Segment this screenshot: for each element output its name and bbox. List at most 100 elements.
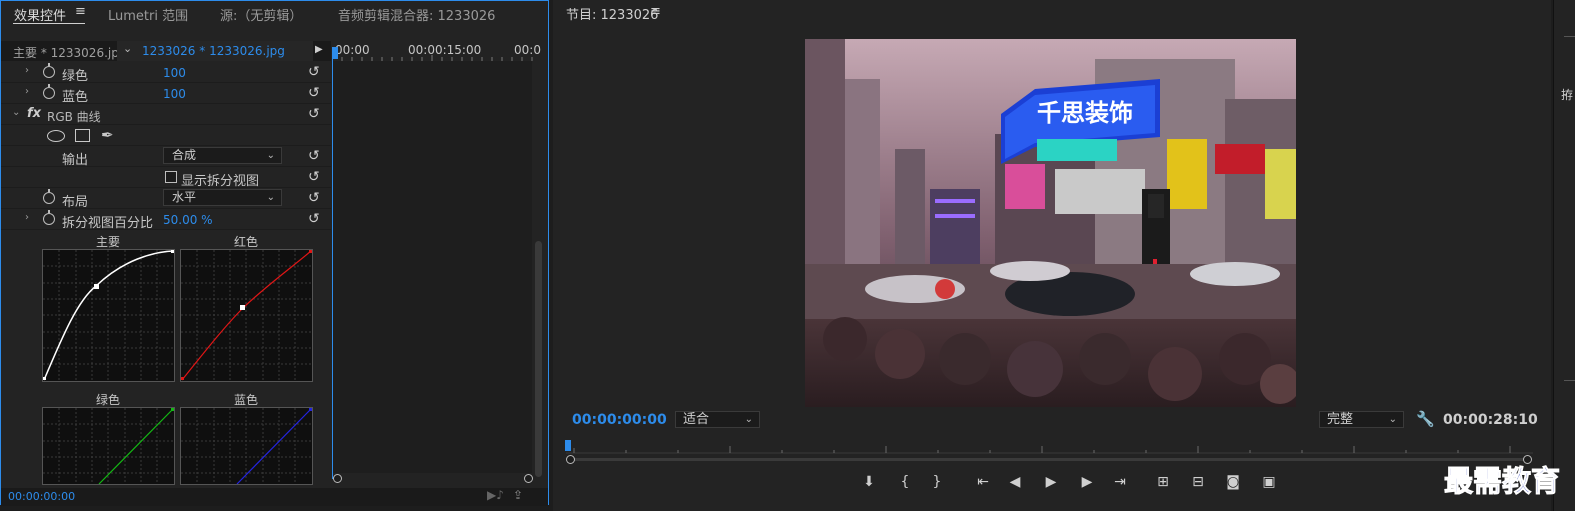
reset-icon[interactable]: ↺: [308, 85, 320, 101]
chevron-down-icon[interactable]: ⌄: [12, 107, 20, 118]
collapsed-panel-label[interactable]: 拵: [1561, 86, 1573, 103]
chevron-right-icon[interactable]: ›: [25, 212, 29, 223]
property-row-green: › 绿色 100 ↺: [1, 62, 331, 84]
master-clip-label[interactable]: 主要 * 1233026.jpg: [13, 44, 126, 61]
scroll-start-handle[interactable]: [333, 474, 342, 483]
property-value[interactable]: 100: [163, 66, 186, 80]
tab-source[interactable]: 源:（无剪辑）: [220, 5, 302, 24]
program-monitor-title[interactable]: 节目: 1233026: [566, 4, 658, 23]
effect-controls-panel: 效果控件 ≡ Lumetri 范围 源:（无剪辑） 音频剪辑混合器: 12330…: [0, 0, 549, 506]
scroll-end-handle[interactable]: [524, 474, 533, 483]
mark-in-button[interactable]: {: [893, 474, 917, 490]
chevron-right-icon[interactable]: ›: [25, 86, 29, 97]
go-to-out-button[interactable]: ⇥: [1108, 474, 1132, 490]
curve-svg: [43, 250, 174, 381]
curve-title-green: 绿色: [96, 393, 121, 407]
chevron-down-icon: ⌄: [266, 150, 275, 161]
stopwatch-icon[interactable]: [43, 189, 55, 204]
curve-graph-master[interactable]: [42, 249, 175, 382]
reset-icon[interactable]: ↺: [308, 211, 320, 227]
play-button[interactable]: ▶: [1039, 474, 1063, 490]
sequence-clip-dropdown[interactable]: ⌄ 1233026 * 1233026.jpg: [117, 41, 313, 61]
property-value[interactable]: 50.00 %: [163, 213, 213, 227]
chevron-down-icon: ⌄: [266, 192, 275, 203]
program-video-frame[interactable]: 千思装饰: [805, 39, 1296, 407]
panel-menu-icon[interactable]: ≡: [75, 4, 86, 19]
curve-title-master: 主要: [96, 235, 121, 249]
chevron-right-icon[interactable]: ›: [25, 65, 29, 76]
effect-timeline-ruler[interactable]: 00:00 00:00:15:00 00:0: [332, 41, 546, 61]
comparison-view-button[interactable]: ▣: [1257, 474, 1281, 490]
layout-dropdown[interactable]: 水平 ⌄: [163, 189, 282, 206]
tab-audio-clip-mixer[interactable]: 音频剪辑混合器: 1233026: [338, 5, 495, 24]
playback-resolution-dropdown[interactable]: 完整 ⌄: [1319, 411, 1404, 428]
property-value[interactable]: 100: [163, 87, 186, 101]
show-split-checkbox[interactable]: [165, 171, 177, 183]
zoom-fit-dropdown[interactable]: 适合 ⌄: [675, 411, 760, 428]
tab-effect-controls[interactable]: 效果控件: [14, 5, 66, 24]
stopwatch-icon[interactable]: [43, 84, 55, 99]
curve-graph-green[interactable]: [42, 407, 175, 485]
wrench-settings-icon[interactable]: 🔧: [1416, 410, 1435, 428]
program-time-ruler[interactable]: [566, 440, 1533, 454]
playhead-handle[interactable]: [332, 47, 338, 59]
step-back-button[interactable]: ◀: [1003, 474, 1027, 490]
overwrite-button[interactable]: ⊟: [1186, 474, 1210, 490]
reset-icon[interactable]: ↺: [308, 64, 320, 80]
effect-header-rgb-curves: ⌄ fx RGB 曲线 ↺: [1, 104, 331, 125]
dropdown-value: 完整: [1327, 412, 1354, 427]
program-zoom-scrollbar[interactable]: [566, 455, 1533, 464]
program-playhead-handle[interactable]: [565, 440, 571, 451]
property-label: 布局: [62, 195, 89, 210]
timeline-zoom-scrollbar[interactable]: [332, 474, 546, 484]
add-marker-button[interactable]: ⬇: [857, 474, 881, 490]
reset-icon[interactable]: ↺: [308, 190, 320, 206]
clip-selector-row: 主要 * 1233026.jpg ⌄ 1233026 * 1233026.jpg…: [1, 41, 331, 61]
stopwatch-icon[interactable]: [43, 63, 55, 78]
reset-icon[interactable]: ↺: [308, 106, 320, 122]
curve-graph-red[interactable]: [180, 249, 313, 382]
property-label: 输出: [62, 153, 89, 168]
effect-panel-timecode[interactable]: 00:00:00:00: [8, 490, 75, 503]
fx-toggle-icon[interactable]: fx: [27, 106, 41, 121]
program-current-timecode[interactable]: 00:00:00:00: [572, 412, 667, 428]
effect-keyframe-area[interactable]: [332, 61, 532, 473]
program-duration-timecode: 00:00:28:10: [1443, 412, 1538, 428]
panel-menu-icon[interactable]: ≡: [650, 4, 661, 19]
output-dropdown[interactable]: 合成 ⌄: [163, 147, 282, 164]
pen-mask-icon[interactable]: ✒: [101, 126, 114, 144]
insert-button[interactable]: ⊞: [1151, 474, 1175, 490]
mask-tools-row: ✒: [1, 125, 331, 146]
property-row-output: 输出 合成 ⌄ ↺: [1, 146, 331, 168]
tab-lumetri-scopes[interactable]: Lumetri 范围: [108, 5, 188, 24]
effect-panel-scrollbar[interactable]: [535, 241, 542, 477]
play-audio-icon[interactable]: ▶♪: [487, 488, 504, 502]
curve-graph-blue[interactable]: [180, 407, 313, 485]
step-forward-button[interactable]: ▶: [1075, 474, 1099, 490]
playhead-line: [332, 59, 333, 479]
mark-out-button[interactable]: }: [925, 474, 949, 490]
ellipse-mask-icon[interactable]: [47, 130, 65, 142]
chevron-down-icon: ⌄: [744, 414, 753, 425]
export-frame-button[interactable]: ◙: [1221, 474, 1245, 490]
curve-title-red: 红色: [234, 235, 259, 249]
reset-icon[interactable]: ↺: [308, 169, 320, 185]
property-row-blue: › 蓝色 100 ↺: [1, 83, 331, 105]
reset-icon[interactable]: ↺: [308, 148, 320, 164]
panel-divider: [1564, 380, 1575, 381]
property-label: 蓝色: [62, 90, 89, 105]
panel-tab-bar: 效果控件 ≡ Lumetri 范围 源:（无剪辑） 音频剪辑混合器: 12330…: [1, 1, 548, 27]
stopwatch-icon[interactable]: [43, 210, 55, 225]
dropdown-value: 水平: [172, 190, 197, 204]
export-icon[interactable]: ⇪: [513, 488, 523, 502]
watermark-logo: 最需教育: [1443, 464, 1561, 499]
active-tab-underline: [13, 23, 85, 24]
dropdown-value: 适合: [683, 412, 710, 427]
collapsed-right-panel[interactable]: 拵: [1553, 0, 1575, 511]
rectangle-mask-icon[interactable]: [75, 129, 90, 142]
play-only-clip-icon[interactable]: ▶: [315, 44, 323, 55]
go-to-in-button[interactable]: ⇤: [971, 474, 995, 490]
property-row-layout: 布局 水平 ⌄ ↺: [1, 188, 331, 210]
scroll-start-handle[interactable]: [566, 455, 575, 464]
checkbox-label: 显示拆分视图: [181, 174, 260, 189]
